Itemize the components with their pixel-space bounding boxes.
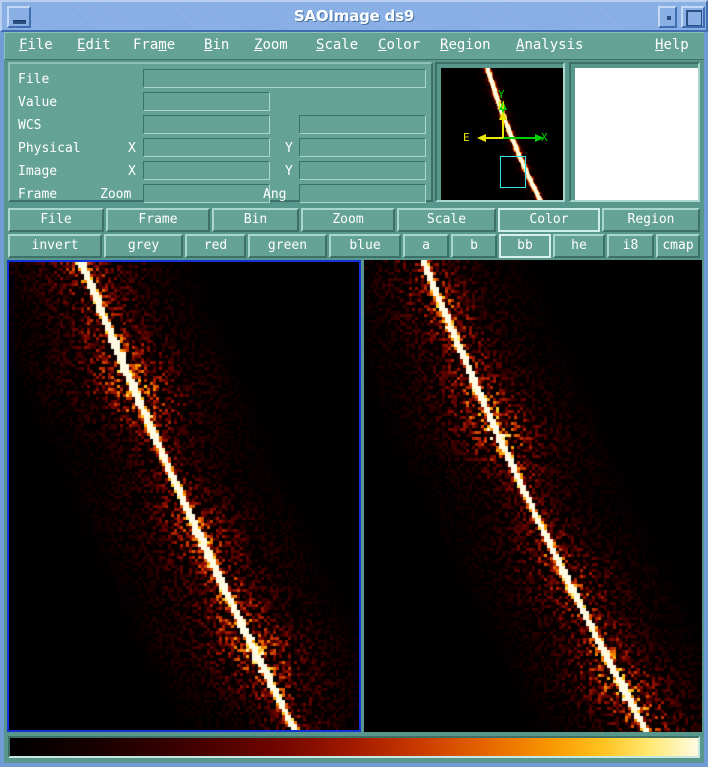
image-frame-2[interactable] (364, 260, 702, 732)
button-row-colormaps: invert grey red green blue a b bb he i8 cmap (8, 234, 700, 258)
info-sublabel-right-ang: Ang (263, 187, 287, 202)
info-field-wcs[interactable] (143, 115, 270, 134)
image-frame-1-canvas (9, 262, 359, 730)
button-i8[interactable]: i8 (607, 234, 654, 258)
button-frame[interactable]: Frame (106, 208, 210, 232)
button-red[interactable]: red (185, 234, 246, 258)
button-row-primary: File Frame Bin Zoom Scale Color Region (8, 208, 700, 232)
colorbar[interactable] (10, 738, 698, 756)
info-field-value[interactable] (143, 92, 270, 111)
info-label-file: File (18, 72, 50, 87)
window-titlebar[interactable]: SAOImage ds9 (0, 0, 708, 32)
button-cmap[interactable]: cmap (656, 234, 700, 258)
info-label-physical: Physical (18, 141, 81, 156)
info-field-file[interactable] (143, 69, 426, 88)
colorbar-frame (8, 736, 700, 758)
button-he[interactable]: he (553, 234, 605, 258)
button-grey[interactable]: grey (104, 234, 183, 258)
button-green[interactable]: green (248, 234, 327, 258)
frames-area (4, 260, 704, 732)
button-region[interactable]: Region (602, 208, 700, 232)
menu-edit[interactable]: Edit (77, 37, 111, 53)
info-field-right-0[interactable] (299, 115, 426, 134)
info-sublabel-image-x: X (128, 164, 136, 179)
menu-bin[interactable]: Bin (204, 37, 229, 53)
info-panel: File Value WCS Physical X Image X Frame Zoom Y Y An… (8, 62, 433, 203)
menu-zoom[interactable]: Zoom (254, 37, 288, 53)
menu-analysis[interactable]: Analysis (516, 37, 583, 53)
info-field-frame[interactable] (143, 184, 270, 203)
info-field-right-3[interactable] (299, 184, 426, 203)
button-bin[interactable]: Bin (212, 208, 299, 232)
info-label-wcs: WCS (18, 118, 42, 133)
info-sublabel-frame-zoom: Zoom (100, 187, 132, 202)
maximize-icon (686, 10, 702, 26)
ds9-window: SAOImage ds9 File Edit Frame Bin Zoom Scale Co… (0, 0, 708, 767)
application-body: File Edit Frame Bin Zoom Scale Color Region Anal… (4, 32, 704, 763)
panner-thumbnail (441, 68, 563, 200)
info-label-value: Value (18, 95, 58, 110)
button-a[interactable]: a (403, 234, 449, 258)
image-frame-2-canvas (364, 260, 702, 732)
menu-scale[interactable]: Scale (316, 37, 358, 53)
restore-button[interactable] (658, 6, 677, 28)
minimize-button[interactable] (7, 6, 31, 28)
button-b[interactable]: b (451, 234, 497, 258)
window-title: SAOImage ds9 (293, 7, 415, 25)
info-label-image: Image (18, 164, 58, 179)
menu-help[interactable]: Help (655, 37, 689, 53)
menubar: File Edit Frame Bin Zoom Scale Color Region Anal… (4, 32, 704, 60)
restore-icon (667, 16, 671, 20)
info-sublabel-right-y: Y (285, 164, 293, 179)
info-sublabel-right-y: Y (285, 141, 293, 156)
button-scale[interactable]: Scale (397, 208, 496, 232)
button-zoom[interactable]: Zoom (301, 208, 395, 232)
maximize-button[interactable] (681, 6, 705, 28)
menu-file[interactable]: File (19, 37, 53, 53)
button-bb[interactable]: bb (499, 234, 551, 258)
panner-frame: X Y E N (435, 62, 565, 202)
minimize-icon (13, 20, 26, 24)
info-field-image[interactable] (143, 161, 270, 180)
button-blue[interactable]: blue (329, 234, 401, 258)
menu-color[interactable]: Color (378, 37, 420, 53)
magnifier-frame (569, 62, 700, 202)
panner[interactable]: X Y E N (441, 68, 563, 200)
menu-frame[interactable]: Frame (133, 37, 175, 53)
info-field-right-2[interactable] (299, 161, 426, 180)
button-color[interactable]: Color (498, 208, 600, 232)
menu-region[interactable]: Region (440, 37, 491, 53)
button-file[interactable]: File (8, 208, 104, 232)
button-invert[interactable]: invert (8, 234, 102, 258)
info-label-frame: Frame (18, 187, 58, 202)
image-frame-1[interactable] (7, 260, 361, 732)
info-field-right-1[interactable] (299, 138, 426, 157)
info-field-physical[interactable] (143, 138, 270, 157)
info-sublabel-physical-x: X (128, 141, 136, 156)
magnifier[interactable] (575, 68, 698, 200)
